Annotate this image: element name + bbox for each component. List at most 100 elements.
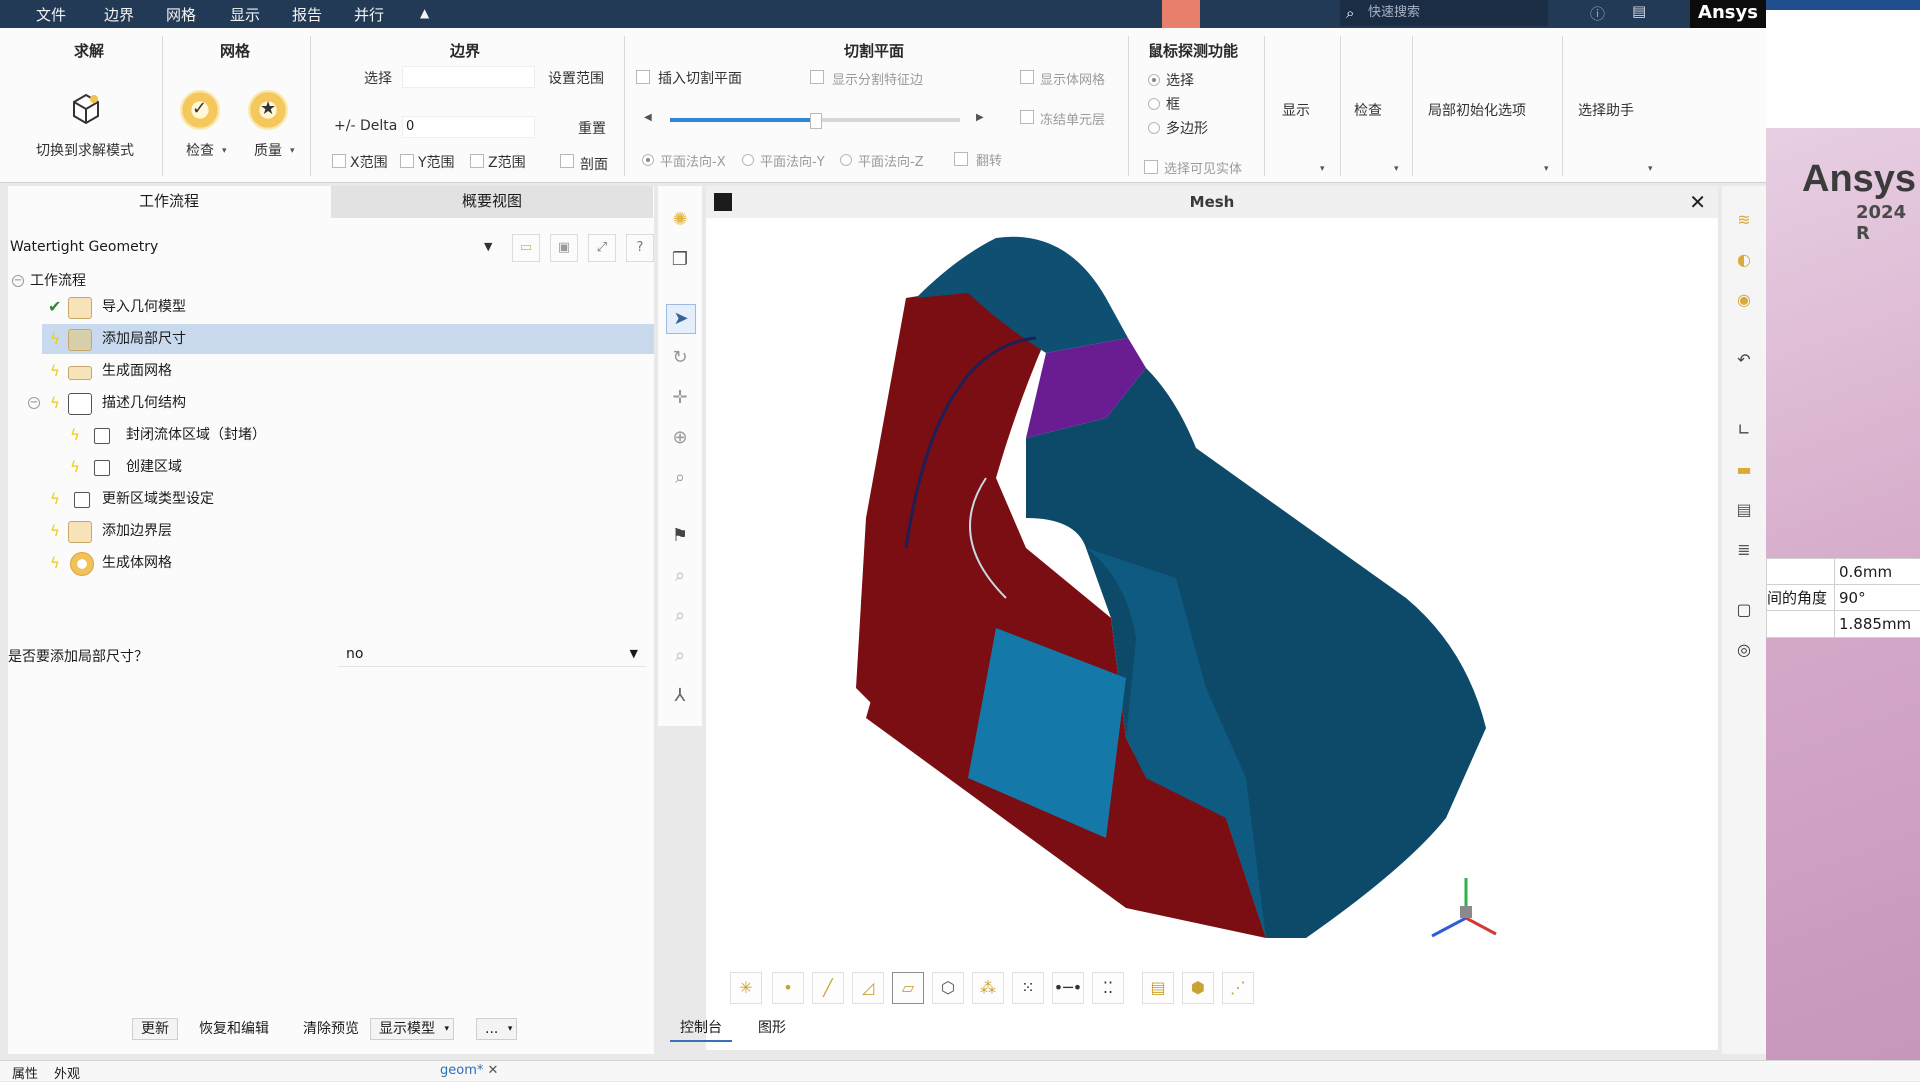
material-icon[interactable]: ◉ (1732, 288, 1756, 312)
menu-mesh[interactable]: 网格 (166, 4, 196, 25)
slider-left-arrow-icon[interactable]: ◀ (644, 112, 652, 123)
plane-normal-y-radio[interactable] (742, 154, 754, 166)
set-range-button[interactable]: 设置范围 (548, 68, 604, 88)
menu-boundary[interactable]: 边界 (104, 4, 134, 25)
ruler-icon[interactable]: ▬ (1732, 458, 1756, 482)
freeze-cells-checkbox[interactable] (1020, 110, 1034, 124)
pan-icon[interactable]: ✛ (666, 384, 694, 412)
tree-item-add-local-sizing[interactable]: ϟ 添加局部尺寸 (42, 324, 654, 354)
chevron-down-icon[interactable]: ▾ (290, 146, 295, 156)
x-range-checkbox[interactable] (332, 154, 346, 168)
insert-cut-plane-checkbox[interactable] (636, 70, 650, 84)
help-icon[interactable]: ? (626, 234, 654, 262)
zoom-box-icon[interactable]: ⌕ (666, 464, 694, 492)
tree-item-describe-geometry[interactable]: − ϟ 描述几何结构 (22, 388, 648, 418)
chevron-down-icon[interactable]: ▾ (1544, 164, 1549, 174)
boundary-select-field[interactable] (402, 66, 535, 88)
rotate-icon[interactable]: ↻ (666, 344, 694, 372)
flip-checkbox[interactable] (954, 152, 968, 166)
tab-overview[interactable]: 概要视图 (331, 186, 653, 218)
axes-icon[interactable]: ⅄ (666, 682, 694, 710)
section-checkbox[interactable] (560, 154, 574, 168)
probe-box-radio[interactable] (1148, 98, 1160, 110)
delta-input[interactable]: 0 (402, 116, 535, 138)
chevron-down-icon[interactable]: ▾ (1320, 164, 1325, 174)
select-group-icon[interactable]: ⁂ (972, 972, 1004, 1004)
select-label-icon[interactable]: ▤ (1142, 972, 1174, 1004)
measure-angle-icon[interactable]: ∟ (1732, 418, 1756, 442)
select-helper-dropdown-button[interactable]: 选择助手 (1578, 100, 1634, 120)
fit-view-icon[interactable]: ⌕ (666, 642, 694, 670)
mesh-3d-model[interactable] (706, 218, 1718, 958)
add-local-sizing-select[interactable]: no ▼ (338, 642, 646, 667)
close-icon[interactable]: ✕ (1689, 190, 1706, 214)
select-grid-icon[interactable]: ⁚⁚ (1092, 972, 1124, 1004)
point-icon[interactable]: ◎ (1732, 638, 1756, 662)
revert-edit-button[interactable]: 恢复和编辑 (190, 1018, 278, 1040)
zoom-in-icon[interactable]: ⌕ (666, 562, 694, 590)
chevron-down-icon[interactable]: ▾ (222, 146, 227, 156)
copy-view-icon[interactable]: ❐ (666, 246, 694, 274)
chevron-down-icon[interactable]: ▾ (1394, 164, 1399, 174)
tab-properties[interactable]: 属性 (12, 1063, 38, 1082)
show-model-button[interactable]: 显示模型 ▾ (370, 1018, 454, 1040)
zoom-icon[interactable]: ⊕ (666, 424, 694, 452)
chevron-down-icon[interactable]: ▾ (1648, 164, 1653, 174)
expand-icon[interactable]: ⤢ (588, 234, 616, 262)
select-topology-icon[interactable]: ⋰ (1222, 972, 1254, 1004)
graphics-viewport[interactable]: Mesh ✕ ✳ • ╱ ◿ ▱ ⬡ ⁂ ⁙ •─• ⁚⁚ ▤ ⬢ ⋰ 控制台 … (670, 186, 1718, 1050)
help-icon[interactable]: ⓘ (1590, 3, 1605, 24)
tree-item-generate-volume-mesh[interactable]: ϟ 生成体网格 (40, 548, 648, 578)
layers-icon[interactable]: ≋ (1732, 208, 1756, 232)
more-button[interactable]: ... ▾ (476, 1018, 518, 1040)
tree-item-enclose-fluid[interactable]: ϟ 封闭流体区域（封堵） (64, 420, 648, 450)
collapse-ribbon-icon[interactable]: ▲ (420, 6, 429, 20)
update-button[interactable]: 更新 (132, 1018, 178, 1040)
select-filter-smart-icon[interactable]: ✳ (730, 972, 762, 1004)
quick-search-input[interactable]: ⌕ 快速搜索 (1340, 0, 1548, 26)
menu-display[interactable]: 显示 (230, 4, 260, 25)
document-tab[interactable]: geom* ✕ (440, 1063, 498, 1078)
y-range-checkbox[interactable] (400, 154, 414, 168)
mesh-check-button[interactable]: 检查 (186, 140, 214, 160)
z-range-checkbox[interactable] (470, 154, 484, 168)
tab-console[interactable]: 控制台 (670, 1016, 732, 1042)
annotation-icon[interactable]: ≣ (1732, 538, 1756, 562)
menu-report[interactable]: 报告 (292, 4, 322, 25)
workflow-type-select[interactable]: Watertight Geometry ▼ (10, 236, 498, 258)
probe-flag-icon[interactable]: ⚑ (666, 522, 694, 550)
cut-plane-slider[interactable] (670, 113, 960, 129)
menu-parallel[interactable]: 并行 (354, 4, 384, 25)
switch-to-solve-button[interactable]: 切换到求解模式 (36, 140, 134, 160)
tab-appearance[interactable]: 外观 (54, 1063, 80, 1082)
cut-plane-slider-thumb[interactable] (810, 113, 822, 129)
tab-workflow[interactable]: 工作流程 (8, 186, 330, 220)
display-dropdown-button[interactable]: 显示 (1282, 100, 1310, 120)
select-nodes-icon[interactable]: ⁙ (1012, 972, 1044, 1004)
open-folder-icon[interactable]: ▭ (512, 234, 540, 262)
select-face-icon[interactable]: ◿ (852, 972, 884, 1004)
select-connect-icon[interactable]: •─• (1052, 972, 1084, 1004)
clear-preview-button[interactable]: 清除预览 (294, 1018, 368, 1040)
collapse-icon[interactable]: − (28, 397, 40, 409)
tree-item-import-geometry[interactable]: ✔ 导入几何模型 (40, 292, 648, 322)
select-zone-icon[interactable]: ▱ (892, 972, 924, 1004)
tab-graphics[interactable]: 图形 (748, 1016, 796, 1040)
switch-to-solve-icon[interactable] (68, 90, 104, 126)
probe-select-radio[interactable] (1148, 74, 1160, 86)
mesh-quality-icon[interactable]: ★ (248, 90, 288, 130)
inspect-dropdown-button[interactable]: 检查 (1354, 100, 1382, 120)
undo-icon[interactable]: ↶ (1732, 348, 1756, 372)
collapse-icon[interactable]: − (12, 275, 24, 287)
slider-right-arrow-icon[interactable]: ▶ (976, 112, 984, 123)
tree-item-generate-surface-mesh[interactable]: ϟ 生成面网格 (40, 356, 648, 386)
mesh-display-icon[interactable]: ✺ (666, 206, 694, 234)
local-init-dropdown-button[interactable]: 局部初始化选项 (1428, 100, 1526, 120)
select-body-icon[interactable]: ⬡ (932, 972, 964, 1004)
reset-button[interactable]: 重置 (578, 118, 606, 138)
select-visible-checkbox[interactable] (1144, 160, 1158, 174)
menu-file[interactable]: 文件 (36, 4, 66, 25)
tree-item-update-region-types[interactable]: ϟ 更新区域类型设定 (40, 484, 648, 514)
plane-normal-x-radio[interactable] (642, 154, 654, 166)
notes-icon[interactable]: ▤ (1632, 2, 1646, 20)
